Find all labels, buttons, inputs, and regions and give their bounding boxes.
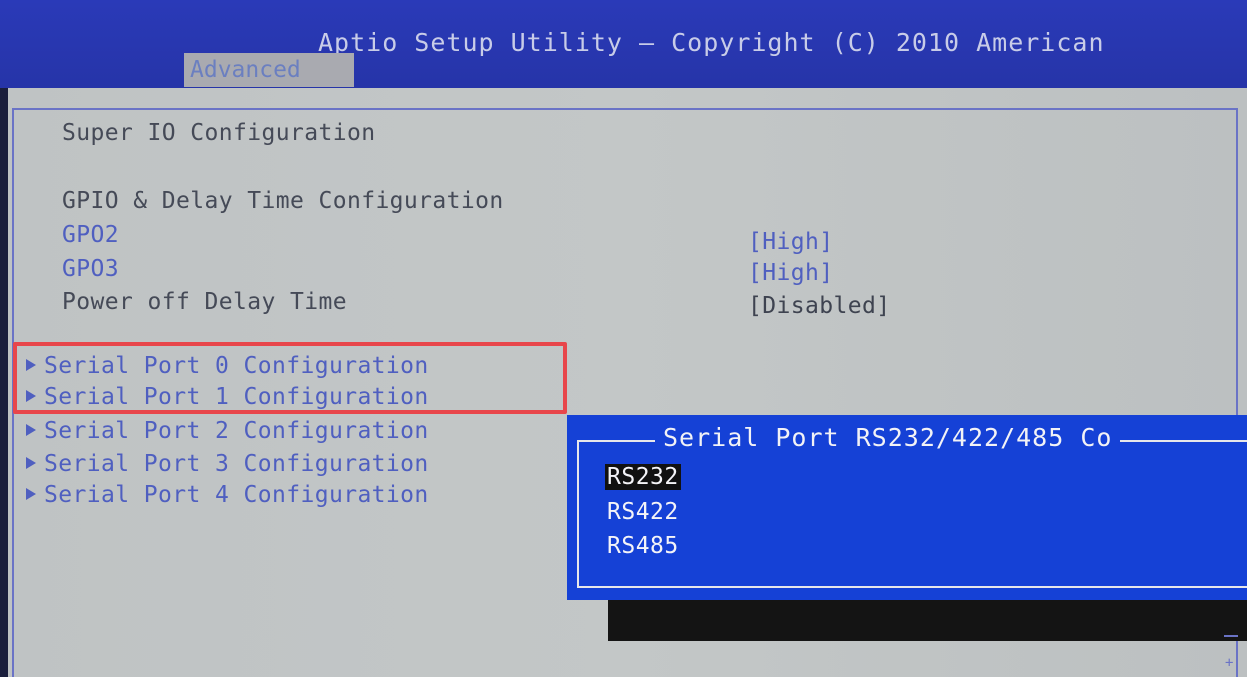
submenu-serial-port-2[interactable]: Serial Port 2 Configuration [26,418,429,444]
scrollbar-plus-icon[interactable]: + [1225,655,1233,671]
submenu-label: Serial Port 2 Configuration [44,418,429,444]
gpio-heading: GPIO & Delay Time Configuration [62,188,504,214]
red-highlight-box [13,342,567,414]
setting-value-gpo3[interactable]: [High] [748,260,833,286]
header-bar: Aptio Setup Utility – Copyright (C) 2010… [0,0,1247,88]
submenu-serial-port-4[interactable]: Serial Port 4 Configuration [26,482,429,508]
setting-label-gpo2[interactable]: GPO2 [62,222,119,248]
submenu-arrow-icon [26,487,36,500]
submenu-label: Serial Port 3 Configuration [44,451,429,477]
tab-advanced[interactable]: Advanced [184,53,354,87]
submenu-arrow-icon [26,456,36,469]
submenu-label: Serial Port 4 Configuration [44,482,429,508]
setting-label-power-off-delay[interactable]: Power off Delay Time [62,289,347,315]
submenu-serial-port-3[interactable]: Serial Port 3 Configuration [26,451,429,477]
scrollbar-tick [1224,635,1238,637]
submenu-arrow-icon [26,423,36,436]
setting-value-power-off-delay[interactable]: [Disabled] [748,293,890,319]
option-rs485[interactable]: RS485 [607,533,679,559]
popup-title: Serial Port RS232/422/485 Co [655,423,1121,452]
setting-value-gpo2[interactable]: [High] [748,229,833,255]
popup-shadow [608,600,1247,641]
option-rs232[interactable]: RS232 [605,464,681,490]
setting-label-gpo3[interactable]: GPO3 [62,256,119,282]
option-rs422[interactable]: RS422 [607,499,679,525]
section-title: Super IO Configuration [62,120,376,146]
bios-title: Aptio Setup Utility – Copyright (C) 2010… [318,28,1105,57]
